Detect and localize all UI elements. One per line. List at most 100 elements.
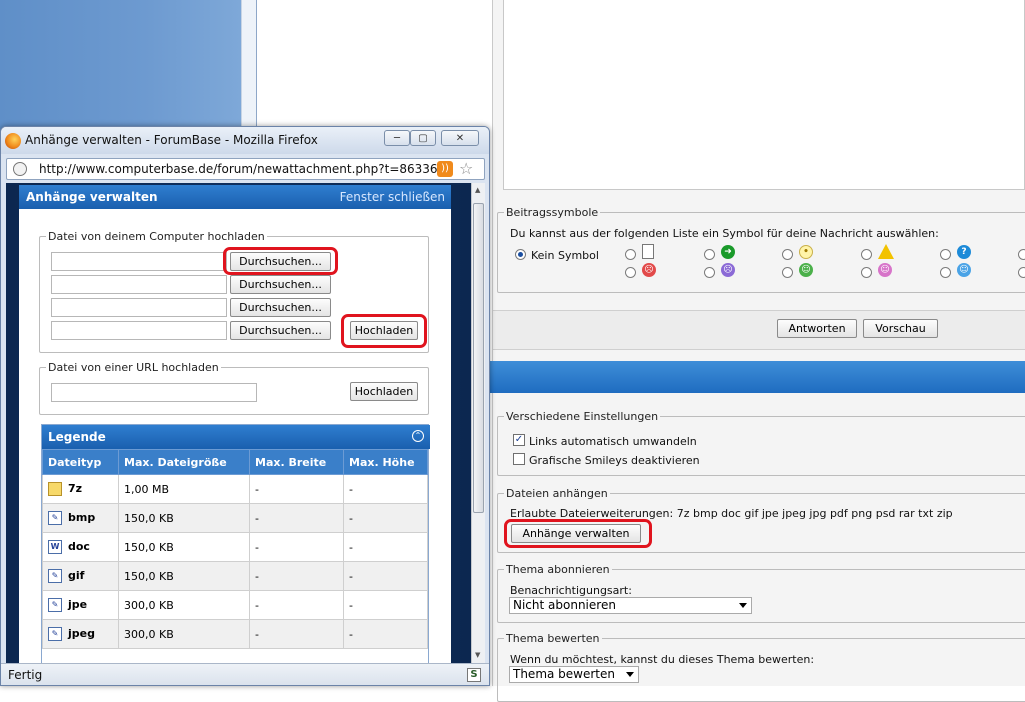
- cell-width: -: [249, 590, 344, 620]
- legend-header[interactable]: Legende ⌃: [42, 425, 430, 449]
- browse-button-3[interactable]: Durchsuchen...: [230, 298, 331, 317]
- scrollbar-thumb[interactable]: [473, 203, 484, 513]
- image-file-icon: ✎: [48, 598, 62, 612]
- url-input[interactable]: [51, 383, 257, 402]
- post-icons-instruction: Du kannst aus der folgenden Liste ein Sy…: [510, 227, 939, 240]
- addon-s-icon[interactable]: S: [467, 668, 481, 682]
- subscribe-select[interactable]: Nicht abonnieren: [509, 597, 752, 614]
- file-input-1[interactable]: [51, 252, 227, 271]
- popup-window: Anhänge verwalten - ForumBase - Mozilla …: [0, 126, 490, 686]
- radio-icon-angry[interactable]: [625, 267, 636, 278]
- image-file-icon: ✎: [48, 511, 62, 525]
- radio-icon-lightbulb[interactable]: [782, 249, 793, 260]
- scroll-up-icon[interactable]: ▲: [475, 186, 480, 194]
- radio-icon-love[interactable]: [861, 267, 872, 278]
- radio-icon-grin[interactable]: [782, 267, 793, 278]
- word-document-icon: W: [48, 540, 62, 554]
- address-url: http://www.computerbase.de/forum/newatta…: [39, 162, 437, 176]
- legend-box: Legende ⌃ Dateityp Max. Dateigröße Max. …: [41, 424, 430, 663]
- cell-width: -: [249, 619, 344, 649]
- cell-height: -: [343, 619, 428, 649]
- smile-icon: ☺: [957, 263, 971, 277]
- reply-button[interactable]: Antworten: [777, 319, 857, 338]
- url-upload-legend: Datei von einer URL hochladen: [48, 361, 219, 374]
- radio-icon-warning[interactable]: [861, 249, 872, 260]
- radio-no-icon[interactable]: [515, 249, 526, 260]
- site-identity-icon[interactable]: [13, 162, 27, 176]
- radio-icon-arrow[interactable]: [704, 249, 715, 260]
- cell-type: ✎ jpeg: [42, 619, 119, 649]
- close-window-link[interactable]: Fenster schließen: [340, 190, 445, 204]
- popup-scrollbar[interactable]: ▲ ▼: [471, 183, 485, 663]
- panel-header: Anhänge verwalten Fenster schließen: [19, 185, 451, 209]
- question-icon: ?: [957, 245, 971, 259]
- table-row: ✎ jpeg 300,0 KB - -: [42, 619, 428, 649]
- cell-size: 150,0 KB: [118, 532, 250, 562]
- col-max-height: Max. Höhe: [343, 449, 428, 475]
- manage-attachments-button[interactable]: Anhänge verwalten: [511, 524, 641, 543]
- browse-button-4[interactable]: Durchsuchen...: [230, 321, 331, 340]
- cell-height: -: [343, 474, 428, 504]
- legend-title: Legende: [48, 430, 106, 444]
- firefox-icon: [5, 133, 21, 149]
- links-checkbox[interactable]: ✓: [513, 434, 525, 446]
- cell-type: ✎ jpe: [42, 590, 119, 620]
- sad-icon: ☹: [721, 263, 735, 277]
- table-row: 7z 1,00 MB - -: [42, 474, 428, 504]
- rate-select[interactable]: Thema bewerten: [509, 666, 639, 683]
- scroll-down-icon[interactable]: ▼: [475, 651, 480, 659]
- file-input-4[interactable]: [51, 321, 227, 340]
- attachments-panel: Anhänge verwalten Fenster schließen Date…: [19, 185, 451, 663]
- table-row: ✎ gif 150,0 KB - -: [42, 561, 428, 591]
- image-file-icon: ✎: [48, 569, 62, 583]
- close-button[interactable]: ✕: [441, 130, 479, 146]
- popup-title: Anhänge verwalten - ForumBase - Mozilla …: [25, 133, 318, 147]
- smileys-checkbox[interactable]: [513, 453, 525, 465]
- upload-button[interactable]: Hochladen: [350, 321, 418, 340]
- radio-icon-sad[interactable]: [704, 267, 715, 278]
- maximize-button[interactable]: ▢: [410, 130, 436, 146]
- radio-icon-question[interactable]: [940, 249, 951, 260]
- browse-button-1[interactable]: Durchsuchen...: [230, 252, 331, 271]
- radio-icon-more[interactable]: [1018, 249, 1025, 260]
- collapse-icon[interactable]: ⌃: [412, 430, 424, 442]
- cell-size: 1,00 MB: [118, 474, 250, 504]
- attachments-fieldset: Dateien anhängen: [497, 487, 1025, 553]
- address-bar[interactable]: http://www.computerbase.de/forum/newatta…: [6, 158, 485, 180]
- cell-size: 150,0 KB: [118, 503, 250, 533]
- love-icon: ☺: [878, 263, 892, 277]
- local-upload-legend: Datei von deinem Computer hochladen: [48, 230, 265, 243]
- cell-width: -: [249, 561, 344, 591]
- arrow-right-icon: ➜: [721, 245, 735, 259]
- lightbulb-icon: •: [799, 245, 813, 259]
- file-input-3[interactable]: [51, 298, 227, 317]
- table-row: ✎ bmp 150,0 KB - -: [42, 503, 428, 533]
- cell-size: 300,0 KB: [118, 590, 250, 620]
- image-file-icon: ✎: [48, 627, 62, 641]
- rate-selected: Thema bewerten: [513, 667, 615, 681]
- cell-size: 150,0 KB: [118, 561, 250, 591]
- preview-button[interactable]: Vorschau: [863, 319, 938, 338]
- panel-title: Anhänge verwalten: [26, 190, 158, 204]
- close-icon: ✕: [455, 132, 465, 144]
- chevron-down-icon: [626, 672, 634, 677]
- bookmark-star-icon[interactable]: ☆: [459, 159, 473, 178]
- legend-table: Dateityp Max. Dateigröße Max. Breite Max…: [42, 449, 428, 649]
- radio-icon-smile[interactable]: [940, 267, 951, 278]
- popup-titlebar[interactable]: Anhänge verwalten - ForumBase - Mozilla …: [1, 127, 489, 154]
- message-editor[interactable]: [503, 0, 1025, 190]
- url-upload-button[interactable]: Hochladen: [350, 382, 418, 401]
- radio-icon-document[interactable]: [625, 249, 636, 260]
- browse-button-2[interactable]: Durchsuchen...: [230, 275, 331, 294]
- cell-type: ✎ gif: [42, 561, 119, 591]
- file-input-2[interactable]: [51, 275, 227, 294]
- subscribe-selected: Nicht abonnieren: [513, 598, 616, 612]
- minimize-button[interactable]: ─: [384, 130, 410, 146]
- rss-icon[interactable]: )): [437, 161, 453, 177]
- col-dateityp: Dateityp: [42, 449, 119, 475]
- links-label: Links automatisch umwandeln: [529, 435, 697, 448]
- subscribe-legend: Thema abonnieren: [506, 563, 610, 576]
- misc-settings-legend: Verschiedene Einstellungen: [506, 410, 659, 423]
- status-bar: Fertig S: [1, 663, 489, 685]
- radio-icon-more-2[interactable]: [1018, 267, 1025, 278]
